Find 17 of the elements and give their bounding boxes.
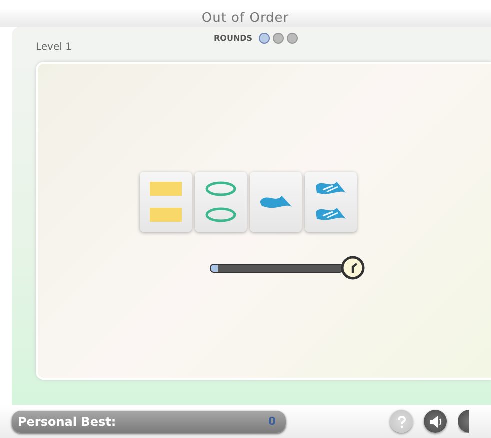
- shape-card[interactable]: [250, 172, 302, 232]
- speaker-icon: [428, 414, 444, 430]
- shape-card[interactable]: [195, 172, 247, 232]
- shape-card[interactable]: [305, 172, 357, 232]
- squiggle-icon: [260, 196, 292, 208]
- striped-squiggle-icon: [316, 208, 346, 220]
- striped-squiggle-icon: [316, 182, 346, 194]
- rectangle-icon: [150, 182, 182, 196]
- rectangle-icon: [150, 208, 182, 222]
- oval-icon: [206, 208, 236, 222]
- oval-icon: [206, 182, 236, 196]
- personal-best-label: Personal Best:: [18, 414, 116, 428]
- personal-best-value: 0: [268, 415, 276, 428]
- rounds-label: ROUNDS: [214, 34, 253, 43]
- sound-button[interactable]: [424, 410, 447, 433]
- level-label: Level 1: [36, 42, 72, 53]
- window-title: Out of Order: [202, 11, 290, 26]
